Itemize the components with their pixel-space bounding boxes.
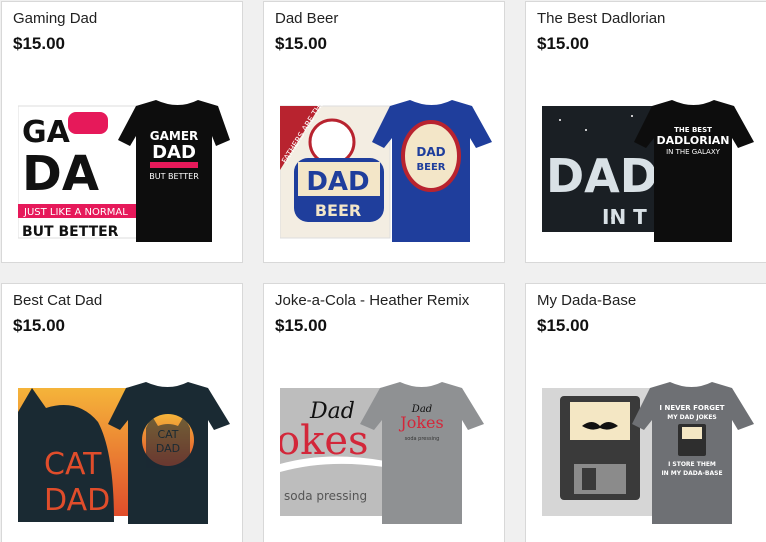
product-title[interactable]: My Dada-Base xyxy=(537,292,636,309)
product-card[interactable]: Gaming Dad $15.00 GA DA JUST LIKE A NORM… xyxy=(1,1,243,263)
svg-text:IN THE GALAXY: IN THE GALAXY xyxy=(666,148,721,156)
svg-text:DA: DA xyxy=(22,146,99,202)
svg-text:soda pressing: soda pressing xyxy=(284,489,367,503)
svg-text:CAT: CAT xyxy=(44,447,102,482)
product-card[interactable]: My Dada-Base $15.00 I NEVER FORGET MY DA… xyxy=(525,283,766,542)
svg-text:I NEVER FORGET: I NEVER FORGET xyxy=(659,404,724,412)
svg-text:BUT BETTER: BUT BETTER xyxy=(22,224,119,240)
product-price: $15.00 xyxy=(537,316,589,335)
product-image[interactable]: GA DA JUST LIKE A NORMAL BUT BETTER GAME… xyxy=(18,100,230,250)
product-title[interactable]: The Best Dadlorian xyxy=(537,10,665,27)
svg-text:DADLORIAN: DADLORIAN xyxy=(656,134,729,147)
product-title[interactable]: Best Cat Dad xyxy=(13,292,102,309)
product-price: $15.00 xyxy=(275,316,327,335)
product-image[interactable]: FATHERS ARE THE FIRST DAD BEER DAD BEER xyxy=(280,100,492,250)
svg-text:BUT BETTER: BUT BETTER xyxy=(149,172,199,181)
svg-text:Jokes: Jokes xyxy=(398,413,443,432)
product-card[interactable]: The Best Dadlorian $15.00 DADL IN T THE … xyxy=(525,1,766,263)
svg-text:IN MY DADA-BASE: IN MY DADA-BASE xyxy=(661,470,722,477)
svg-text:DAD: DAD xyxy=(152,142,196,163)
svg-text:THE BEST: THE BEST xyxy=(674,126,712,134)
svg-text:I STORE THEM: I STORE THEM xyxy=(668,461,716,468)
svg-text:DAD: DAD xyxy=(156,442,180,455)
svg-text:CAT: CAT xyxy=(157,428,178,441)
product-price: $15.00 xyxy=(13,316,65,335)
product-title[interactable]: Dad Beer xyxy=(275,10,338,27)
product-image[interactable]: CAT DAD CAT DAD xyxy=(18,382,230,532)
svg-text:GAMER: GAMER xyxy=(150,129,199,143)
svg-text:IN T: IN T xyxy=(602,205,647,229)
product-card[interactable]: Joke-a-Cola - Heather Remix $15.00 Dad o… xyxy=(263,283,505,542)
product-price: $15.00 xyxy=(13,34,65,53)
svg-text:BEER: BEER xyxy=(417,162,446,173)
product-title[interactable]: Gaming Dad xyxy=(13,10,97,27)
svg-text:GA: GA xyxy=(22,115,71,150)
svg-text:DAD: DAD xyxy=(306,167,369,197)
svg-text:soda pressing: soda pressing xyxy=(405,436,440,442)
product-card[interactable]: Dad Beer $15.00 FATHERS ARE THE FIRST DA… xyxy=(263,1,505,263)
product-image[interactable]: I NEVER FORGET MY DAD JOKES I STORE THEM… xyxy=(542,382,754,532)
product-image[interactable]: Dad okes soda pressing Dad Jokes soda pr… xyxy=(280,382,492,532)
svg-text:DAD: DAD xyxy=(44,483,110,518)
svg-text:BEER: BEER xyxy=(315,201,361,220)
product-price: $15.00 xyxy=(537,34,589,53)
svg-text:MY DAD JOKES: MY DAD JOKES xyxy=(667,414,717,421)
product-card[interactable]: Best Cat Dad $15.00 CAT DAD CAT DAD xyxy=(1,283,243,542)
product-price: $15.00 xyxy=(275,34,327,53)
product-image[interactable]: DADL IN T THE BEST DADLORIAN IN THE GALA… xyxy=(542,100,754,250)
svg-text:DAD: DAD xyxy=(416,145,445,159)
product-title[interactable]: Joke-a-Cola - Heather Remix xyxy=(275,292,469,309)
svg-text:JUST LIKE A NORMAL: JUST LIKE A NORMAL xyxy=(23,207,128,218)
